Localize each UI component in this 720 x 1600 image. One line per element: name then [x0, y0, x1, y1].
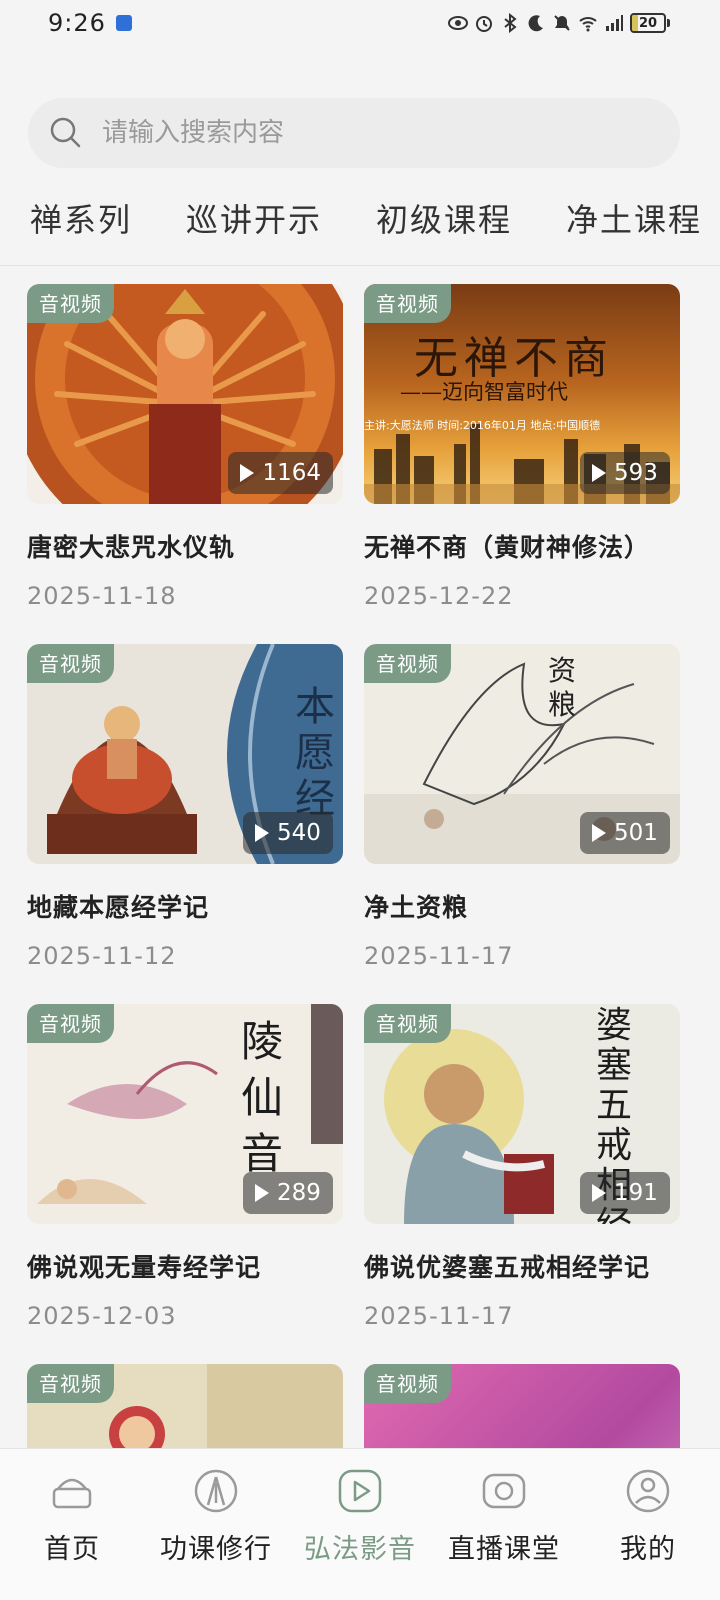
video-thumbnail[interactable]: 婆塞五戒相经学 音视频 191	[364, 1004, 680, 1224]
battery-level: 20	[638, 15, 658, 31]
practice-icon	[194, 1469, 238, 1513]
status-left: 9:26	[48, 9, 132, 37]
thumbnail-info: 主讲:大愿法师 时间:2016年01月 地点:中国顺德	[364, 419, 601, 432]
tab-chan-series[interactable]: 禅系列	[30, 195, 132, 241]
video-card[interactable]: 资粮 音视频 501 净土资粮 2025-11-17	[364, 644, 680, 970]
video-title[interactable]: 地藏本愿经学记	[27, 888, 343, 924]
play-icon	[592, 824, 606, 842]
play-count: 289	[243, 1172, 333, 1214]
video-date: 2025-11-12	[27, 942, 177, 970]
play-icon	[338, 1469, 382, 1513]
video-thumbnail[interactable]: 本愿经 音视频 540	[27, 644, 343, 864]
video-title[interactable]: 佛说优婆塞五戒相经学记	[364, 1248, 680, 1284]
video-thumbnail[interactable]: 音视频 1164	[27, 284, 343, 504]
nav-live[interactable]: 直播课堂	[432, 1449, 576, 1600]
notification-app-icon	[115, 15, 132, 31]
play-count-value: 501	[614, 820, 658, 846]
video-card[interactable]: 陵仙音 音视频 289 佛说观无量寿经学记 2025-12-03	[27, 1004, 343, 1330]
thumbnail-title: 陵仙音	[241, 1017, 284, 1178]
video-thumbnail[interactable]: 无禅不商 ——迈向智富时代 主讲:大愿法师 时间:2016年01月 地点:中国顺…	[364, 284, 680, 504]
status-bar: 9:26 20	[0, 0, 720, 46]
tab-beginner-course[interactable]: 初级课程	[376, 195, 512, 241]
media-type-badge: 音视频	[364, 1004, 451, 1043]
play-icon	[255, 1184, 269, 1202]
video-title[interactable]: 净土资粮	[364, 888, 680, 924]
video-title[interactable]: 无禅不商（黄财神修法）	[364, 528, 680, 564]
tab-lecture-tour[interactable]: 巡讲开示	[186, 195, 322, 241]
video-title[interactable]: 佛说观无量寿经学记	[27, 1248, 343, 1284]
play-count: 540	[243, 812, 333, 854]
media-type-badge: 音视频	[27, 644, 114, 683]
thumbnail-title: 资粮	[548, 654, 577, 721]
video-date: 2025-11-17	[364, 942, 514, 970]
media-type-badge: 音视频	[364, 284, 451, 323]
video-card[interactable]: 无禅不商 ——迈向智富时代 主讲:大愿法师 时间:2016年01月 地点:中国顺…	[364, 284, 680, 610]
media-type-badge: 音视频	[364, 644, 451, 683]
play-icon	[592, 1184, 606, 1202]
alarm-icon	[476, 16, 492, 32]
play-icon	[255, 824, 269, 842]
mute-icon	[554, 15, 570, 31]
play-count-value: 593	[614, 460, 658, 486]
media-type-badge: 音视频	[364, 1364, 451, 1403]
search-icon	[50, 117, 81, 148]
video-thumbnail[interactable]: 资粮 音视频 501	[364, 644, 680, 864]
media-type-badge: 音视频	[27, 1004, 114, 1043]
bluetooth-icon	[504, 13, 517, 33]
status-time: 9:26	[48, 9, 106, 37]
play-count: 1164	[228, 452, 333, 494]
play-count-value: 191	[614, 1180, 658, 1206]
video-date: 2025-11-17	[364, 1302, 514, 1330]
play-icon	[592, 464, 606, 482]
nav-media[interactable]: 弘法影音	[288, 1449, 432, 1600]
video-title[interactable]: 唐密大悲咒水仪轨	[27, 528, 343, 564]
play-count: 593	[580, 452, 670, 494]
nav-practice[interactable]: 功课修行	[144, 1449, 288, 1600]
nav-label: 我的	[620, 1534, 676, 1565]
video-date: 2025-11-18	[27, 582, 177, 610]
status-right: 20	[448, 13, 670, 33]
play-count-value: 289	[277, 1180, 321, 1206]
media-type-badge: 音视频	[27, 284, 114, 323]
category-tabs: 禅系列 巡讲开示 初级课程 净土课程	[0, 186, 720, 250]
nav-label: 弘法影音	[304, 1534, 416, 1565]
video-card[interactable]: 音视频 1164 唐密大悲咒水仪轨 2025-11-18	[27, 284, 343, 610]
nav-profile[interactable]: 我的	[576, 1449, 720, 1600]
play-count: 191	[580, 1172, 670, 1214]
video-card[interactable]: 婆塞五戒相经学 音视频 191 佛说优婆塞五戒相经学记 2025-11-17	[364, 1004, 680, 1330]
play-count-value: 1164	[262, 460, 321, 486]
home-icon	[52, 1478, 92, 1509]
video-card[interactable]: 本愿经 音视频 540 地藏本愿经学记 2025-11-12	[27, 644, 343, 970]
nav-label: 功课修行	[160, 1534, 272, 1565]
profile-icon	[626, 1469, 670, 1513]
moon-icon	[528, 15, 543, 32]
video-thumbnail[interactable]: 陵仙音 音视频 289	[27, 1004, 343, 1224]
signal-icon	[606, 15, 623, 31]
nav-label: 直播课堂	[448, 1534, 560, 1565]
eye-icon	[448, 16, 468, 30]
wifi-icon	[579, 17, 597, 32]
media-type-badge: 音视频	[27, 1364, 114, 1403]
video-date: 2025-12-03	[27, 1302, 177, 1330]
search-bar[interactable]	[28, 98, 680, 168]
search-input[interactable]	[102, 118, 622, 148]
play-count-value: 540	[277, 820, 321, 846]
thumbnail-title: 本愿经	[295, 684, 335, 822]
thumbnail-subtitle: ——迈向智富时代	[400, 380, 568, 404]
nav-home[interactable]: 首页	[0, 1449, 144, 1600]
bottom-nav: 首页 功课修行 弘法影音 直播课堂 我的	[0, 1448, 720, 1600]
nav-label: 首页	[44, 1534, 100, 1565]
play-icon	[240, 464, 255, 482]
battery-indicator: 20	[630, 13, 670, 33]
tabs-divider	[0, 265, 720, 266]
video-date: 2025-12-22	[364, 582, 514, 610]
play-count: 501	[580, 812, 670, 854]
tab-pure-land-course[interactable]: 净土课程	[566, 195, 702, 241]
live-icon	[482, 1473, 526, 1509]
